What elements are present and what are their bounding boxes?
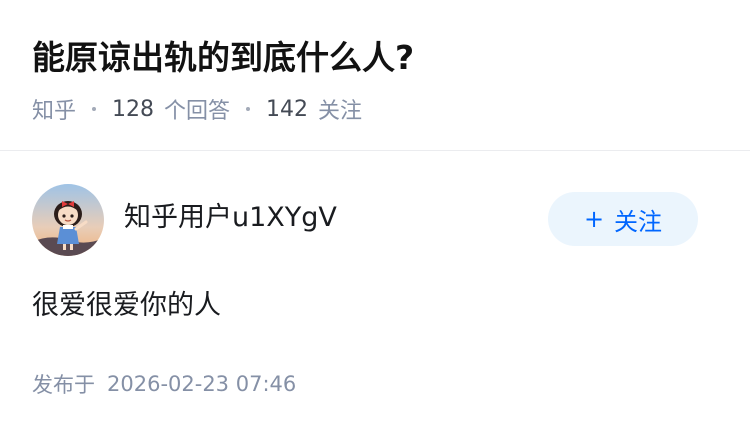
answer-count: 128 xyxy=(112,96,155,122)
published-label: 发布于 xyxy=(32,373,95,397)
follower-count: 142 xyxy=(266,96,309,122)
meta-separator-dot xyxy=(246,107,251,111)
answer-footer: 发布于 2026-02-23 07:46 xyxy=(32,366,296,402)
answer-card: 知乎用户u1XYgV + 关注 很爱很爱你的人 发布于 2026-02-23 0… xyxy=(0,152,750,434)
follow-button[interactable]: + 关注 xyxy=(548,192,698,246)
follow-button-label: 关注 xyxy=(614,207,663,236)
cartoon-girl-avatar-icon xyxy=(32,184,104,256)
question-header: 能原谅出轨的到底什么人? 知乎 128 个回答 142 关注 xyxy=(0,0,750,151)
answer-content[interactable]: 很爱很爱你的人 xyxy=(32,286,221,326)
answer-count-label: 个回答 xyxy=(164,99,231,124)
question-meta: 知乎 128 个回答 142 关注 xyxy=(32,91,362,127)
published-time: 2026-02-23 07:46 xyxy=(107,372,297,396)
meta-separator-dot xyxy=(92,107,97,111)
question-source[interactable]: 知乎 xyxy=(32,93,76,125)
question-title[interactable]: 能原谅出轨的到底什么人? xyxy=(32,34,414,82)
plus-icon: + xyxy=(583,205,605,233)
follower-count-label: 关注 xyxy=(318,99,363,124)
avatar[interactable] xyxy=(32,184,104,256)
author-name[interactable]: 知乎用户u1XYgV xyxy=(124,198,337,238)
author-row: 知乎用户u1XYgV + 关注 xyxy=(32,184,718,256)
